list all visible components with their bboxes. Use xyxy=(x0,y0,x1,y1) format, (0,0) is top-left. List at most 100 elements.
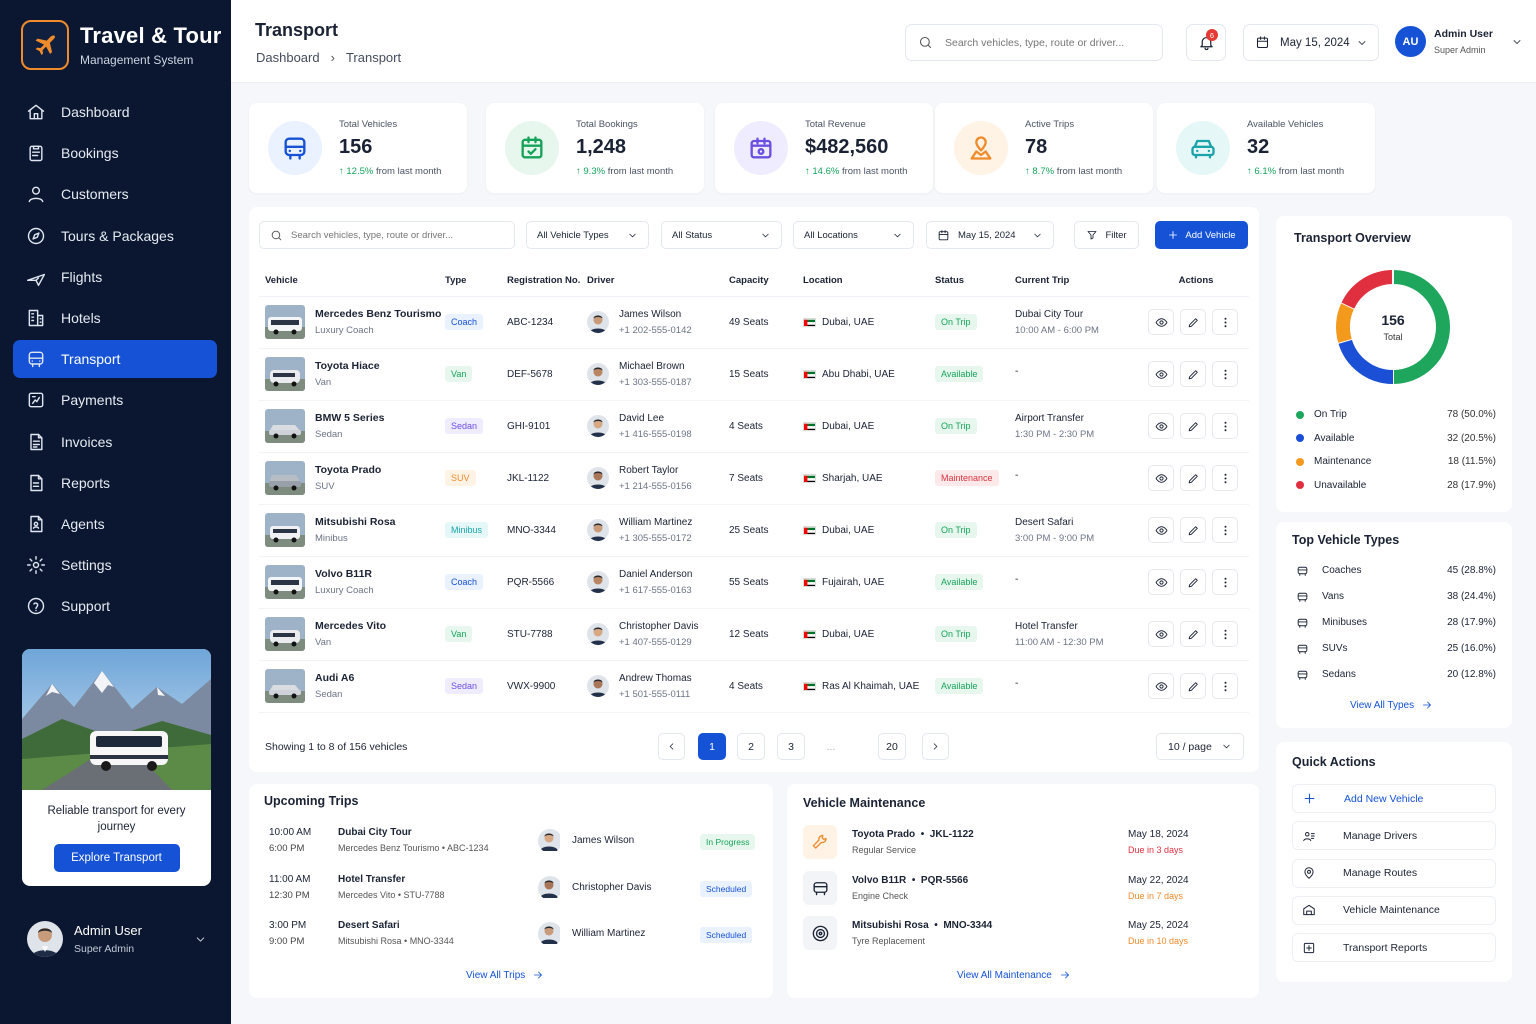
vehicle-name[interactable]: Mercedes Benz Tourismo xyxy=(315,308,441,320)
sidebar-user[interactable]: Admin User Super Admin xyxy=(27,921,207,957)
view-button[interactable] xyxy=(1148,569,1174,595)
view-all-trips-link[interactable]: View All Trips xyxy=(466,969,544,981)
stat-card-total-bookings[interactable]: Total Bookings 1,248 ↑ 9.3% from last mo… xyxy=(486,103,704,193)
page-button[interactable]: 1 xyxy=(698,733,726,760)
column-header-driver[interactable]: Driver xyxy=(587,266,729,297)
column-header-current-trip[interactable]: Current Trip xyxy=(1015,266,1143,297)
driver-name[interactable]: David Lee xyxy=(619,413,692,424)
edit-button[interactable] xyxy=(1180,569,1206,595)
trip-item[interactable]: 11:00 AM 12:30 PM Hotel Transfer Mercede… xyxy=(268,874,758,914)
column-header-vehicle[interactable]: Vehicle xyxy=(259,266,445,297)
more-button[interactable] xyxy=(1212,361,1238,387)
view-button[interactable] xyxy=(1148,361,1174,387)
page-button[interactable]: 2 xyxy=(737,733,765,760)
donut-slice-maintenance[interactable] xyxy=(1336,302,1355,343)
maintenance-item[interactable]: Volvo B11R • PQR-5566 Engine Check May 2… xyxy=(803,870,1203,911)
quick-action-add-new-vehicle[interactable]: Add New Vehicle xyxy=(1292,784,1496,813)
vehicle-type-item[interactable]: Vans 38 (24.4%) xyxy=(1296,590,1496,603)
chevron-down-icon[interactable] xyxy=(194,933,207,946)
vehicle-type-item[interactable]: SUVs 25 (16.0%) xyxy=(1296,642,1496,655)
driver-name[interactable]: Michael Brown xyxy=(619,361,692,372)
edit-button[interactable] xyxy=(1180,621,1206,647)
quick-action-vehicle-maintenance[interactable]: Vehicle Maintenance xyxy=(1292,895,1496,925)
stat-card-active-trips[interactable]: Active Trips 78 ↑ 8.7% from last month xyxy=(935,103,1153,193)
view-button[interactable] xyxy=(1148,309,1174,335)
legend-item[interactable]: Available 32 (20.5%) xyxy=(1296,433,1496,444)
stat-card-total-revenue[interactable]: Total Revenue $482,560 ↑ 14.6% from last… xyxy=(715,103,933,193)
vehicle-name[interactable]: Mitsubishi Rosa xyxy=(315,516,396,528)
header-search-input[interactable] xyxy=(945,36,1145,49)
vehicle-name[interactable]: Mercedes Vito xyxy=(315,620,386,632)
view-button[interactable] xyxy=(1148,465,1174,491)
stat-card-available-vehicles[interactable]: Available Vehicles 32 ↑ 6.1% from last m… xyxy=(1157,103,1375,193)
vehicle-name[interactable]: BMW 5 Series xyxy=(315,412,384,424)
column-header-registration-no[interactable]: Registration No. xyxy=(507,266,587,297)
column-header-actions[interactable]: Actions xyxy=(1143,266,1249,297)
sidebar-item-bookings[interactable]: Bookings xyxy=(13,134,217,172)
stat-card-total-vehicles[interactable]: Total Vehicles 156 ↑ 12.5% from last mon… xyxy=(249,103,467,193)
page-button[interactable]: 20 xyxy=(878,733,906,760)
more-button[interactable] xyxy=(1212,413,1238,439)
sidebar-item-tours-packages[interactable]: Tours & Packages xyxy=(13,217,217,255)
sidebar-item-transport[interactable]: Transport xyxy=(13,340,217,379)
donut-slice-available[interactable] xyxy=(1338,338,1394,384)
more-button[interactable] xyxy=(1212,465,1238,491)
table-search-input[interactable] xyxy=(291,229,511,241)
driver-name[interactable]: Andrew Thomas xyxy=(619,673,692,684)
view-all-maintenance-link[interactable]: View All Maintenance xyxy=(957,969,1071,981)
vehicle-type-select[interactable]: All Vehicle Types xyxy=(526,221,649,249)
sidebar-item-reports[interactable]: Reports xyxy=(13,464,217,502)
sidebar-item-payments[interactable]: Payments xyxy=(13,381,217,419)
legend-item[interactable]: On Trip 78 (50.0%) xyxy=(1296,409,1496,420)
column-header-status[interactable]: Status xyxy=(935,266,1015,297)
sidebar-item-hotels[interactable]: Hotels xyxy=(13,299,217,337)
driver-name[interactable]: Daniel Anderson xyxy=(619,569,692,580)
header-search[interactable] xyxy=(905,24,1163,61)
column-header-capacity[interactable]: Capacity xyxy=(729,266,803,297)
header-user-menu[interactable]: AU Admin User Super Admin xyxy=(1395,26,1523,57)
header-date-picker[interactable]: May 15, 2024 xyxy=(1243,24,1379,61)
table-row[interactable]: Mercedes Benz Tourismo Luxury Coach Coach… xyxy=(259,296,1249,349)
quick-action-manage-drivers[interactable]: Manage Drivers xyxy=(1292,821,1496,851)
table-date-select[interactable]: May 15, 2024 xyxy=(926,221,1054,249)
location-select[interactable]: All Locations xyxy=(793,221,914,249)
driver-name[interactable]: William Martinez xyxy=(619,517,692,528)
edit-button[interactable] xyxy=(1180,309,1206,335)
table-row[interactable]: Toyota Hiace Van Van DEF-5678 Michael Bro… xyxy=(259,348,1249,401)
vehicle-name[interactable]: Audi A6 xyxy=(315,672,354,684)
per-page-select[interactable]: 10 / page xyxy=(1156,733,1244,760)
table-search[interactable] xyxy=(259,221,515,249)
more-button[interactable] xyxy=(1212,517,1238,543)
sidebar-item-agents[interactable]: Agents xyxy=(13,505,217,543)
more-button[interactable] xyxy=(1212,309,1238,335)
sidebar-item-settings[interactable]: Settings xyxy=(13,546,217,584)
trip-item[interactable]: 10:00 AM 6:00 PM Dubai City Tour Mercede… xyxy=(268,827,758,867)
legend-item[interactable]: Maintenance 18 (11.5%) xyxy=(1296,456,1496,467)
breadcrumb-dashboard[interactable]: Dashboard xyxy=(256,50,320,65)
driver-name[interactable]: Robert Taylor xyxy=(619,465,692,476)
sidebar-item-flights[interactable]: Flights xyxy=(13,258,217,296)
column-header-location[interactable]: Location xyxy=(803,266,935,297)
notifications-button[interactable]: 6 xyxy=(1186,24,1226,61)
page-button[interactable]: 3 xyxy=(777,733,805,760)
table-row[interactable]: BMW 5 Series Sedan Sedan GHI-9101 David L… xyxy=(259,400,1249,453)
more-button[interactable] xyxy=(1212,673,1238,699)
sidebar-item-support[interactable]: Support xyxy=(13,587,217,625)
view-button[interactable] xyxy=(1148,517,1174,543)
quick-action-transport-reports[interactable]: Transport Reports xyxy=(1292,933,1496,963)
table-row[interactable]: Volvo B11R Luxury Coach Coach PQR-5566 Da… xyxy=(259,556,1249,609)
vehicle-type-item[interactable]: Minibuses 28 (17.9%) xyxy=(1296,616,1496,629)
prev-page-button[interactable] xyxy=(658,733,685,760)
filter-button[interactable]: Filter xyxy=(1074,221,1139,249)
view-all-types-link[interactable]: View All Types xyxy=(1350,699,1433,711)
column-header-type[interactable]: Type xyxy=(445,266,507,297)
vehicle-type-item[interactable]: Sedans 20 (12.8%) xyxy=(1296,668,1496,681)
view-button[interactable] xyxy=(1148,673,1174,699)
edit-button[interactable] xyxy=(1180,413,1206,439)
table-row[interactable]: Mitsubishi Rosa Minibus Minibus MNO-3344 … xyxy=(259,504,1249,557)
table-row[interactable]: Audi A6 Sedan Sedan VWX-9900 Andrew Thoma… xyxy=(259,660,1249,713)
sidebar-item-customers[interactable]: Customers xyxy=(13,175,217,213)
trip-item[interactable]: 3:00 PM 9:00 PM Desert Safari Mitsubishi… xyxy=(268,920,758,960)
vehicle-type-item[interactable]: Coaches 45 (28.8%) xyxy=(1296,564,1496,577)
explore-transport-button[interactable]: Explore Transport xyxy=(53,844,180,872)
